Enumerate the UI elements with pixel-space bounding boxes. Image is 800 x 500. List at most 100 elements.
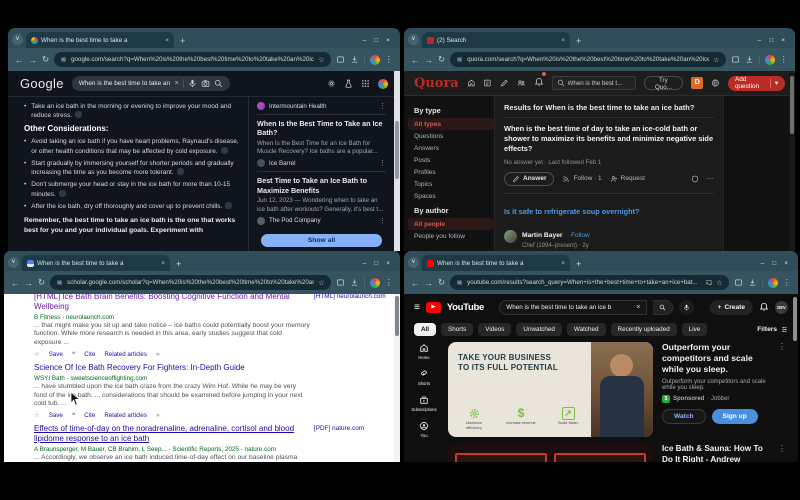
ad-headline[interactable]: Outperform your competitors and scale wh… bbox=[662, 342, 774, 376]
address-bar[interactable]: youtube.com/results?search_query=When+is… bbox=[450, 275, 729, 290]
new-tab-button[interactable]: + bbox=[180, 36, 185, 46]
scrollbar-thumb[interactable] bbox=[790, 76, 794, 134]
home-icon[interactable] bbox=[467, 78, 476, 88]
chip-videos[interactable]: Videos bbox=[478, 323, 512, 336]
download-icon[interactable] bbox=[350, 55, 359, 64]
page-scrollbar[interactable] bbox=[789, 71, 795, 251]
card-kebab-icon[interactable]: ⋮ bbox=[379, 217, 386, 225]
tab-close-icon[interactable]: × bbox=[561, 260, 565, 267]
site-info-icon[interactable] bbox=[456, 56, 463, 63]
language-globe-icon[interactable] bbox=[711, 78, 720, 88]
answer-question-link[interactable]: Is it safe to refrigerate soup overnight… bbox=[504, 207, 639, 216]
back-button[interactable]: ← bbox=[411, 55, 420, 65]
more-options-icon[interactable]: ⋯ bbox=[707, 175, 714, 183]
forward-button[interactable]: → bbox=[425, 278, 434, 288]
browser-tab[interactable]: When is the best time to take a × bbox=[422, 255, 570, 271]
close-button[interactable]: × bbox=[784, 260, 788, 267]
maximize-button[interactable]: □ bbox=[374, 260, 378, 267]
minimize-button[interactable]: – bbox=[758, 37, 762, 44]
google-search-box[interactable]: When is the best time to take an ice bat… bbox=[71, 76, 230, 91]
downvote-shield-icon[interactable] bbox=[691, 175, 699, 183]
download-icon[interactable] bbox=[745, 55, 754, 64]
ad-thumbnail[interactable]: TAKE YOUR BUSINESS TO ITS FULL POTENTIAL… bbox=[448, 342, 653, 437]
filter-people-you-follow[interactable]: People you follow bbox=[408, 230, 494, 242]
ad-result-row[interactable]: TAKE YOUR BUSINESS TO ITS FULL POTENTIAL… bbox=[448, 342, 786, 437]
tab-close-icon[interactable]: × bbox=[561, 37, 565, 44]
create-button[interactable]: + Create bbox=[709, 299, 754, 315]
page-scrollbar[interactable] bbox=[394, 294, 400, 462]
settings-gear-icon[interactable] bbox=[327, 79, 336, 88]
chip-watched[interactable]: Watched bbox=[566, 323, 606, 336]
address-bar[interactable]: quora.com/search?q=When%20is%20the%20bes… bbox=[450, 52, 726, 67]
clear-search-icon[interactable]: × bbox=[636, 304, 640, 311]
new-tab-button[interactable]: + bbox=[176, 259, 181, 269]
reading-list-icon[interactable] bbox=[336, 55, 345, 64]
follow-author-link[interactable]: · Follow bbox=[567, 232, 590, 239]
link-icon[interactable] bbox=[176, 168, 184, 176]
download-icon[interactable] bbox=[748, 278, 757, 287]
bookmark-star-icon[interactable]: ☆ bbox=[318, 56, 324, 64]
cast-icon[interactable] bbox=[705, 279, 712, 286]
filter-all-types[interactable]: All types bbox=[408, 118, 494, 130]
site-info-icon[interactable] bbox=[56, 279, 63, 286]
sidebar-item-subscriptions[interactable]: Subscriptions bbox=[411, 395, 437, 412]
account-avatar[interactable] bbox=[378, 78, 388, 89]
chip-live[interactable]: Live bbox=[681, 323, 708, 336]
add-question-dropdown-icon[interactable]: ▾ bbox=[775, 79, 778, 87]
reading-list-icon[interactable] bbox=[336, 278, 345, 287]
spaces-people-icon[interactable] bbox=[517, 78, 526, 88]
close-button[interactable]: × bbox=[386, 260, 390, 267]
notifications-bell[interactable] bbox=[534, 72, 546, 92]
scrollbar-thumb[interactable] bbox=[395, 121, 399, 179]
tab-search-chevron-icon[interactable]: ∨ bbox=[12, 34, 23, 45]
related-articles-link[interactable]: Related articles bbox=[104, 412, 147, 419]
browser-tab[interactable]: When is the best time to take a × bbox=[22, 255, 170, 271]
address-bar[interactable]: google.com/search?q=When%20is%20the%20be… bbox=[54, 52, 331, 67]
following-list-icon[interactable] bbox=[483, 78, 492, 88]
cite-link[interactable]: Cite bbox=[84, 412, 95, 419]
voice-search-button[interactable] bbox=[679, 299, 695, 315]
youtube-search-box[interactable]: When is the best time to take an ice b × bbox=[499, 299, 648, 315]
tab-close-icon[interactable]: × bbox=[165, 37, 169, 44]
filter-spaces[interactable]: Spaces bbox=[408, 190, 494, 202]
search-input[interactable]: When is the best time to take an ice b bbox=[506, 304, 632, 311]
search-icon[interactable] bbox=[214, 79, 223, 88]
link-icon[interactable] bbox=[225, 201, 233, 209]
filter-all-people[interactable]: All people bbox=[408, 218, 494, 230]
quora-search-box[interactable]: When is the best t... bbox=[551, 76, 636, 90]
address-bar[interactable]: scholar.google.com/scholar?q=When%20is%2… bbox=[50, 275, 331, 290]
minimize-button[interactable]: – bbox=[363, 260, 367, 267]
google-logo[interactable]: Google bbox=[20, 76, 64, 91]
menu-kebab-icon[interactable]: ⋮ bbox=[780, 54, 789, 65]
back-button[interactable]: ← bbox=[11, 278, 20, 288]
result-title-link[interactable]: Science Of Ice Bath Recovery For Fighter… bbox=[34, 363, 308, 373]
bookmark-star-icon[interactable]: ☆ bbox=[716, 279, 722, 287]
close-button[interactable]: × bbox=[386, 37, 390, 44]
save-link[interactable]: Save bbox=[49, 412, 63, 419]
page-scrollbar[interactable] bbox=[792, 294, 798, 462]
source-row[interactable]: Ice Barrel ⋮ bbox=[257, 159, 386, 168]
back-button[interactable]: ← bbox=[15, 55, 24, 65]
sign-up-button[interactable]: Sign up bbox=[711, 408, 758, 424]
tab-search-chevron-icon[interactable]: ∨ bbox=[408, 34, 419, 45]
close-button[interactable]: × bbox=[781, 37, 785, 44]
maximize-button[interactable]: □ bbox=[772, 260, 776, 267]
more-actions-icon[interactable]: » bbox=[156, 412, 160, 419]
site-info-icon[interactable] bbox=[60, 56, 67, 63]
write-pencil-icon[interactable] bbox=[500, 78, 509, 88]
site-info-icon[interactable] bbox=[456, 279, 463, 286]
source-card-title[interactable]: When Is the Best Time to Take an Ice Bat… bbox=[257, 119, 386, 138]
scrollbar-thumb[interactable] bbox=[793, 297, 797, 342]
user-avatar[interactable]: D bbox=[691, 77, 704, 89]
author-name[interactable]: Martin Bayer bbox=[522, 232, 563, 239]
card-kebab-icon[interactable]: ⋮ bbox=[379, 159, 386, 167]
download-icon[interactable] bbox=[350, 278, 359, 287]
menu-kebab-icon[interactable]: ⋮ bbox=[783, 277, 792, 288]
apps-grid-icon[interactable] bbox=[361, 79, 370, 88]
cite-link[interactable]: Cite bbox=[84, 351, 95, 358]
filters-button[interactable]: Filters bbox=[757, 326, 788, 333]
sidebar-item-shorts[interactable]: Shorts bbox=[418, 369, 430, 386]
new-tab-button[interactable]: + bbox=[576, 259, 581, 269]
profile-avatar[interactable] bbox=[369, 277, 380, 288]
result-title-link[interactable]: Effects of time-of-day on the noradrenal… bbox=[34, 424, 308, 444]
